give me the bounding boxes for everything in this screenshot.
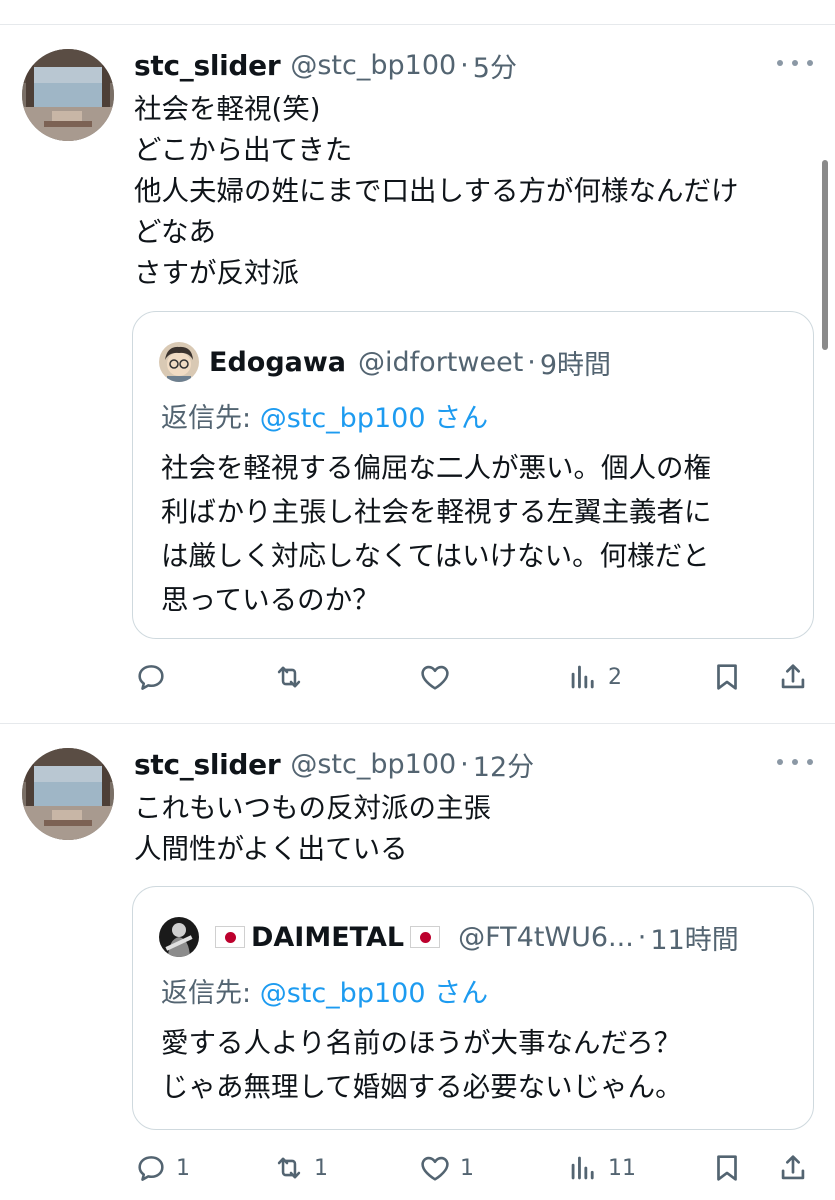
- share-icon: [781, 664, 805, 689]
- japan-flag-icon: [215, 926, 245, 948]
- reply-button[interactable]: 1: [134, 1148, 190, 1188]
- timestamp[interactable]: 12分: [473, 745, 534, 784]
- repost-button[interactable]: [272, 657, 314, 697]
- share-icon: [781, 1155, 805, 1180]
- reply-icon: [138, 1156, 164, 1181]
- reply-mention-link[interactable]: @stc_bp100 さん: [260, 978, 488, 1009]
- reply-mention-link[interactable]: @stc_bp100 さん: [260, 403, 488, 434]
- tweet-text: 社会を軽視(笑) どこから出てきた 他人夫婦の姓にまで口出しする方が何様なんだけ…: [134, 89, 794, 294]
- quote-timestamp: 9時間: [539, 349, 612, 381]
- display-name[interactable]: stc_slider: [134, 748, 281, 781]
- separator: ·: [460, 748, 469, 780]
- text-line: これもいつもの反対派の主張: [134, 792, 491, 824]
- tweet-header: stc_slider @stc_bp100 · 5分: [134, 45, 517, 85]
- text-line: 人間性がよく出ている: [134, 833, 408, 865]
- reply-count: 1: [176, 1155, 190, 1181]
- reply-to: 返信先: @stc_bp100 さん: [161, 396, 488, 435]
- quote-timestamp: 11時間: [650, 924, 739, 956]
- text-line: どなあ: [134, 216, 216, 248]
- text-line: じゃあ無理して婚姻する必要ないじゃん。: [161, 1071, 683, 1103]
- share-button[interactable]: [776, 1148, 810, 1188]
- quoted-tweet[interactable]: DAIMETAL @FT4tWU6... · 11時間 返信先: @stc_bp…: [132, 886, 814, 1130]
- text-line: 社会を軽視する偏屈な二人が悪い。個人の権: [161, 452, 711, 484]
- quote-header: DAIMETAL @FT4tWU6... · 11時間: [159, 915, 739, 959]
- quote-display-name: DAIMETAL: [251, 921, 405, 953]
- quote-header: Edogawa @idfortweet · 9時間: [159, 340, 611, 384]
- repost-icon: [277, 666, 301, 688]
- views-count: 2: [608, 664, 622, 690]
- quote-avatar: [159, 917, 199, 957]
- like-count: 1: [460, 1155, 474, 1181]
- quote-text: 愛する人より名前のほうが大事なんだろ？ じゃあ無理して婚姻する必要ないじゃん。: [161, 1021, 683, 1109]
- text-line: 社会を軽視(笑): [134, 93, 321, 125]
- separator: ·: [460, 49, 469, 81]
- action-bar: 2: [134, 657, 824, 697]
- handle[interactable]: @stc_bp100: [290, 749, 456, 780]
- separator: ·: [527, 346, 536, 378]
- tweet-header: stc_slider @stc_bp100 · 12分: [134, 744, 534, 784]
- more-icon[interactable]: [777, 53, 813, 73]
- share-button[interactable]: [776, 657, 810, 697]
- bookmark-button[interactable]: [710, 1148, 744, 1188]
- bookmark-icon: [717, 664, 737, 690]
- bookmark-button[interactable]: [710, 657, 744, 697]
- views-button[interactable]: 2: [566, 657, 622, 697]
- text-line: 利ばかり主張し社会を軽視する左翼主義者に: [161, 496, 712, 528]
- heart-icon: [421, 665, 449, 690]
- repost-button[interactable]: 1: [272, 1148, 328, 1188]
- quote-handle: @idfortweet: [358, 346, 524, 378]
- text-line: さすが反対派: [134, 257, 299, 289]
- text-line: 愛する人より名前のほうが大事なんだろ？: [161, 1027, 682, 1059]
- like-button[interactable]: 1: [418, 1148, 474, 1188]
- more-icon[interactable]: [777, 752, 813, 772]
- text-line: 思っているのか？: [161, 584, 380, 616]
- quote-avatar: [159, 342, 199, 382]
- tweet[interactable]: stc_slider @stc_bp100 · 12分 これもいつもの反対派の主…: [0, 724, 835, 1200]
- text-line: 他人夫婦の姓にまで口出しする方が何様なんだけ: [134, 175, 739, 207]
- views-icon: [571, 665, 594, 689]
- reply-icon: [138, 665, 164, 690]
- reply-button[interactable]: [134, 657, 176, 697]
- views-count: 11: [608, 1155, 636, 1181]
- tweet[interactable]: stc_slider @stc_bp100 · 5分 社会を軽視(笑) どこから…: [0, 25, 835, 723]
- repost-count: 1: [314, 1155, 328, 1181]
- japan-flag-icon: [410, 926, 441, 948]
- bookmark-icon: [717, 1155, 737, 1181]
- quote-handle: @FT4tWU6...: [458, 921, 634, 953]
- reply-prefix: 返信先:: [161, 403, 260, 434]
- action-bar: 1 1 1 11: [134, 1148, 824, 1188]
- views-button[interactable]: 11: [566, 1148, 636, 1188]
- handle[interactable]: @stc_bp100: [290, 50, 456, 81]
- reply-to: 返信先: @stc_bp100 さん: [161, 971, 488, 1010]
- reply-prefix: 返信先:: [161, 978, 260, 1009]
- quote-text: 社会を軽視する偏屈な二人が悪い。個人の権 利ばかり主張し社会を軽視する左翼主義者…: [161, 446, 712, 622]
- text-line: は厳しく対応しなくてはいけない。何様だと: [161, 540, 710, 572]
- timestamp[interactable]: 5分: [473, 46, 517, 85]
- views-icon: [571, 1156, 594, 1180]
- heart-icon: [421, 1156, 449, 1181]
- scrollbar[interactable]: [822, 160, 828, 350]
- separator: ·: [637, 921, 647, 953]
- display-name[interactable]: stc_slider: [134, 49, 281, 82]
- repost-icon: [277, 1157, 301, 1179]
- avatar[interactable]: [22, 748, 114, 840]
- text-line: どこから出てきた: [134, 134, 353, 166]
- avatar[interactable]: [22, 49, 114, 141]
- like-button[interactable]: [418, 657, 460, 697]
- tweet-text: これもいつもの反対派の主張 人間性がよく出ている: [134, 788, 794, 870]
- quote-display-name: Edogawa: [209, 346, 347, 378]
- quoted-tweet[interactable]: Edogawa @idfortweet · 9時間 返信先: @stc_bp10…: [132, 311, 814, 639]
